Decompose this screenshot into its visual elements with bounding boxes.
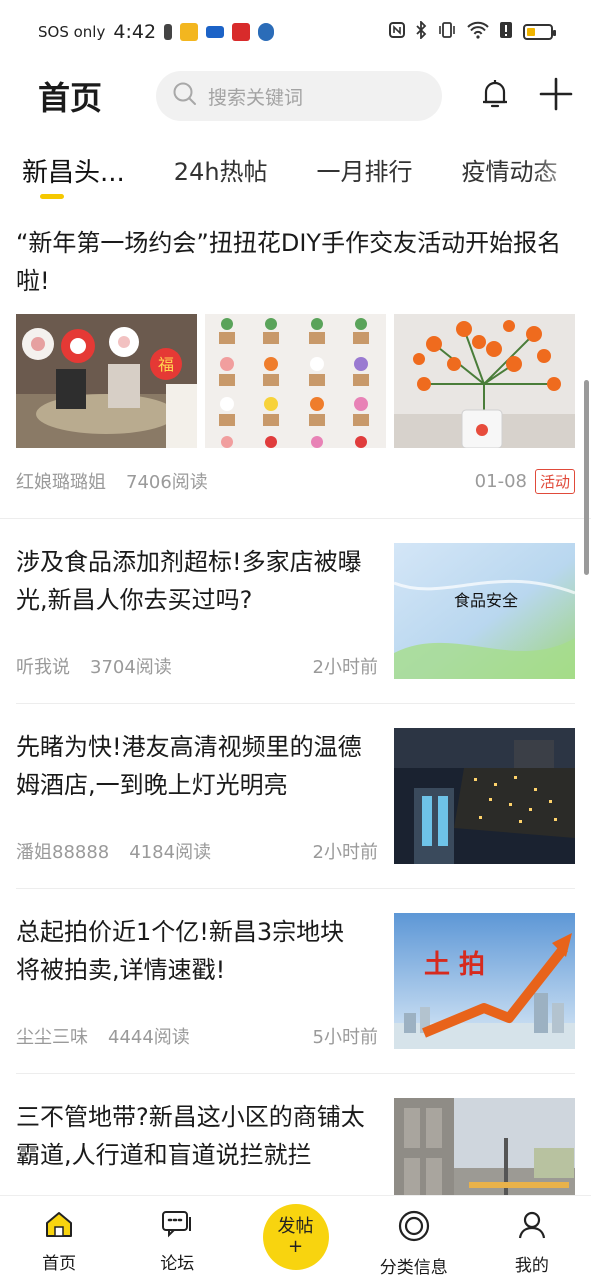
article-meta: 听我说 3704阅读 2小时前	[16, 653, 378, 679]
search-placeholder: 搜索关键词	[208, 86, 304, 109]
svg-text:福: 福	[158, 355, 174, 374]
view-count: 3704阅读	[90, 657, 172, 678]
article-meta: 尘尘三味 4444阅读 5小时前	[16, 1023, 378, 1049]
post-time: 5小时前	[312, 1027, 378, 1048]
article-thumbnail	[394, 728, 575, 864]
user-icon	[517, 1210, 547, 1245]
notification-app-icon	[180, 23, 199, 41]
author-name[interactable]: 尘尘三味	[16, 1023, 88, 1049]
article-title: 涉及食品添加剂超标!多家店被曝光,新昌人你去买过吗?	[16, 548, 362, 614]
feature-image-row: 福	[16, 314, 575, 448]
tab-24h-hot[interactable]: 24h热帖	[174, 138, 268, 187]
thumbnail-caption: 食品安全	[454, 591, 518, 610]
nav-label: 分类信息	[379, 1258, 448, 1278]
wifi-icon	[467, 21, 489, 43]
alert-icon	[499, 21, 513, 43]
article-thumbnail	[394, 1098, 575, 1196]
status-right	[389, 19, 556, 43]
post-time: 2小时前	[312, 657, 378, 678]
search-icon	[172, 81, 198, 111]
list-item[interactable]: 涉及食品添加剂超标!多家店被曝光,新昌人你去买过吗? 食品安全 听我说 3704…	[16, 519, 575, 704]
vibrate-icon	[437, 21, 457, 43]
home-icon	[44, 1210, 74, 1243]
clock: 4:42	[113, 21, 157, 43]
tab-monthly-ranking[interactable]: 一月排行	[317, 138, 413, 187]
feature-article[interactable]: “新年第一场约会”扭扭花DIY手作交友活动开始报名啦! 福 红娘璐璐姐 7406…	[0, 212, 591, 519]
notification-app-icon	[206, 26, 225, 38]
article-thumbnail: 食品安全	[394, 543, 575, 679]
author-name[interactable]: 潘姐88888	[16, 838, 109, 864]
nav-post: 发帖 +	[236, 1196, 354, 1270]
feature-meta: 红娘璐璐姐 7406阅读 01-08 活动	[16, 468, 575, 494]
chat-icon	[161, 1210, 193, 1243]
article-title: 三不管地带?新昌这小区的商铺太霸道,人行道和盲道说拦就拦	[16, 1103, 365, 1169]
search-input[interactable]: 搜索关键词	[156, 71, 442, 121]
battery-level	[527, 28, 535, 36]
category-tabs: 新昌头... 24h热帖 一月排行 疫情动态	[0, 138, 591, 208]
list-item[interactable]: 总起拍价近1个亿!新昌3宗地块将被拍卖,详情速戳! 土 拍 尘尘三味 4444阅…	[16, 889, 575, 1074]
nav-forum[interactable]: 论坛	[118, 1196, 236, 1274]
nav-label: 论坛	[160, 1254, 195, 1274]
notification-app-icon	[232, 23, 251, 41]
nav-home[interactable]: 首页	[0, 1196, 118, 1274]
list-item[interactable]: 先睹为快!港友高清视频里的温德姆酒店,一到晚上灯光明亮 潘姐88888 4184…	[16, 704, 575, 889]
list-item[interactable]: 三不管地带?新昌这小区的商铺太霸道,人行道和盲道说拦就拦	[16, 1074, 575, 1196]
tabs-fade	[531, 138, 591, 198]
status-bar: SOS only 4:42	[0, 0, 591, 64]
feature-image-flower-grid[interactable]	[205, 314, 386, 448]
active-tab-indicator	[40, 194, 64, 199]
view-count: 4444阅读	[108, 1027, 190, 1048]
bluetooth-icon	[415, 19, 427, 43]
article-thumbnail: 土 拍	[394, 913, 575, 1049]
view-count: 7406阅读	[126, 472, 208, 493]
article-title: 先睹为快!港友高清视频里的温德姆酒店,一到晚上灯光明亮	[16, 733, 362, 799]
page-title: 首页	[38, 79, 103, 117]
post-label: 发帖	[277, 1216, 314, 1237]
app-header: 首页 搜索关键词	[0, 64, 591, 128]
post-plus-icon: +	[287, 1236, 304, 1257]
author-name[interactable]: 听我说	[16, 653, 70, 679]
thumbnail-caption: 土 拍	[424, 950, 485, 980]
plus-icon[interactable]	[539, 77, 573, 115]
header-actions	[481, 77, 573, 115]
status-left: SOS only 4:42	[38, 21, 275, 43]
news-feed: “新年第一场约会”扭扭花DIY手作交友活动开始报名啦! 福 红娘璐璐姐 7406…	[0, 212, 591, 1196]
sim-icon	[164, 24, 173, 40]
tab-xinchang-headlines[interactable]: 新昌头...	[22, 138, 125, 189]
carrier-text: SOS only	[38, 23, 106, 41]
feature-image-people[interactable]: 福	[16, 314, 197, 448]
article-title: “新年第一场约会”扭扭花DIY手作交友活动开始报名啦!	[16, 229, 562, 295]
nfc-icon	[389, 22, 405, 42]
feature-image-orange-flowers[interactable]	[394, 314, 575, 448]
notification-app-icon	[258, 23, 275, 41]
post-date: 01-08	[474, 470, 527, 492]
bottom-nav: 首页 论坛 发帖 + 分类信息 我的	[0, 1196, 591, 1280]
bell-icon[interactable]	[481, 78, 509, 114]
post-time: 2小时前	[312, 842, 378, 863]
target-icon	[398, 1210, 430, 1247]
article-title: 总起拍价近1个亿!新昌3宗地块将被拍卖,详情速戳!	[16, 918, 345, 984]
nav-classified[interactable]: 分类信息	[355, 1196, 473, 1278]
view-count: 4184阅读	[129, 842, 212, 863]
nav-me[interactable]: 我的	[473, 1196, 591, 1276]
scrollbar[interactable]	[584, 380, 589, 575]
nav-label: 首页	[42, 1254, 77, 1274]
activity-tag: 活动	[534, 468, 575, 494]
battery-icon	[523, 24, 556, 40]
author-name[interactable]: 红娘璐璐姐	[16, 468, 106, 494]
nav-label: 我的	[514, 1256, 549, 1276]
post-button[interactable]: 发帖 +	[262, 1204, 329, 1270]
article-meta: 潘姐88888 4184阅读 2小时前	[16, 838, 378, 864]
